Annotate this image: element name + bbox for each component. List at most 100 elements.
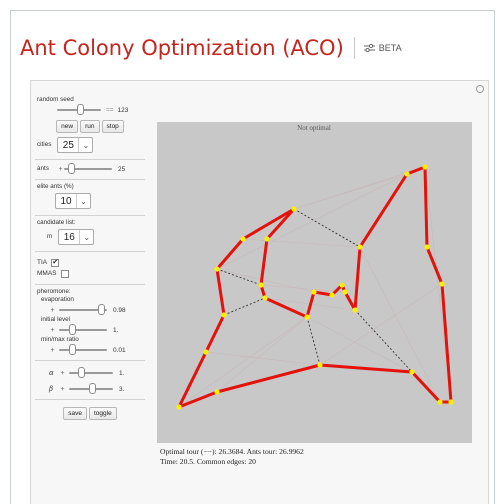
ants-plus-icon[interactable]: + <box>57 166 64 173</box>
beta-slider[interactable] <box>69 383 113 394</box>
elite-section: elite ants (%) 10 ⌄ <box>35 180 145 216</box>
save-button[interactable]: save <box>63 407 87 420</box>
plot-status-label: Not optimal <box>297 124 331 132</box>
seed-section: random seed ⩵ 123 new run stop cities 25… <box>35 93 145 160</box>
alpha-symbol: α <box>49 369 54 377</box>
alpha-plus-icon[interactable]: + <box>59 370 66 377</box>
beta-symbol: β <box>49 385 54 393</box>
random-seed-label: random seed <box>37 96 74 103</box>
tour-info: Optimal tour (−−): 26.3684. Ants tour: 2… <box>160 447 304 467</box>
city-node <box>262 295 268 301</box>
evaporation-slider[interactable] <box>59 304 107 315</box>
candidate-list-select[interactable]: 16 ⌄ <box>58 229 95 245</box>
m-label: m <box>47 233 53 240</box>
city-node <box>240 236 246 242</box>
toggle-button[interactable]: toggle <box>89 407 117 420</box>
city-node <box>352 307 358 313</box>
city-node <box>317 362 323 368</box>
min-max-ratio-label: min/max ratio <box>41 336 79 343</box>
tia-checkbox[interactable]: ✔ <box>51 258 60 267</box>
initial-level-slider[interactable] <box>59 324 107 335</box>
tour-plot: Not optimal <box>157 122 472 443</box>
title-row: Ant Colony Optimization (ACO) BETA <box>20 30 402 66</box>
evaporation-knob[interactable] <box>97 304 105 315</box>
city-node <box>311 289 317 295</box>
page-title: Ant Colony Optimization (ACO) <box>20 36 344 60</box>
city-node <box>409 369 415 375</box>
ants-section: ants + 25 <box>35 160 145 180</box>
elite-ants-select[interactable]: 10 ⌄ <box>55 193 91 209</box>
random-seed-value: 123 <box>117 106 129 114</box>
mmas-label: MMAS <box>37 270 57 277</box>
title-divider <box>353 37 355 59</box>
ants-value: 25 <box>118 165 126 173</box>
candidate-list-label: candidate list: <box>37 219 76 226</box>
control-panel: random seed ⩵ 123 new run stop cities 25… <box>35 93 145 420</box>
city-node <box>176 404 182 410</box>
alpha-beta-section: α + 1. β + 3. <box>35 361 145 400</box>
chevron-down-icon: ⌄ <box>78 138 92 152</box>
alpha-slider[interactable] <box>69 367 113 378</box>
beta-value: 3. <box>119 385 125 393</box>
tia-label: TIA <box>37 259 48 266</box>
random-seed-knob[interactable] <box>77 104 85 115</box>
checkmark-icon: ✔ <box>52 259 59 266</box>
tour-canvas: Not optimal <box>176 124 454 410</box>
city-node <box>439 281 445 287</box>
initial-level-label: initial level <box>41 316 71 323</box>
city-nodes <box>176 164 454 410</box>
bottom-buttons: save toggle <box>35 400 145 420</box>
ants-knob[interactable] <box>68 163 76 174</box>
ants-label: ants <box>37 165 49 172</box>
initial-level-plus-icon[interactable]: + <box>49 327 56 334</box>
ants-slider[interactable] <box>64 163 112 174</box>
cities-value: 25 <box>62 139 74 151</box>
mmas-checkbox[interactable] <box>60 269 69 278</box>
beta-badge[interactable]: BETA <box>363 43 402 53</box>
beta-label: BETA <box>378 43 402 53</box>
initial-level-value: 1. <box>113 326 119 334</box>
initial-level-knob[interactable] <box>69 324 77 335</box>
elite-ants-value: 10 <box>60 195 72 207</box>
city-node <box>339 282 345 288</box>
min-max-ratio-value: 0.01 <box>113 346 126 354</box>
new-button[interactable]: new <box>56 120 79 133</box>
cities-label: cities <box>37 141 52 148</box>
city-node <box>342 289 348 295</box>
city-node <box>357 244 363 250</box>
pheromone-label: pheromone: <box>37 288 71 295</box>
city-node <box>404 171 410 177</box>
cities-select[interactable]: 25 ⌄ <box>57 137 94 153</box>
tour-length-text: Optimal tour (−−): 26.3684. Ants tour: 2… <box>160 447 304 456</box>
alpha-knob[interactable] <box>78 367 86 378</box>
run-button[interactable]: run <box>80 120 100 133</box>
city-node <box>437 399 443 405</box>
evaporation-plus-icon[interactable]: + <box>49 307 56 314</box>
city-node <box>214 266 220 272</box>
chevron-down-icon: ⌄ <box>79 230 93 244</box>
city-node <box>203 349 209 355</box>
min-max-ratio-knob[interactable] <box>69 344 77 355</box>
evaporation-label: evaporation <box>41 296 74 303</box>
candidate-list-value: 16 <box>63 231 75 243</box>
city-node <box>304 314 310 320</box>
stop-button[interactable]: stop <box>101 120 124 133</box>
beta-plus-icon[interactable]: + <box>59 386 66 393</box>
city-node <box>329 292 335 298</box>
random-seed-slider[interactable] <box>57 104 101 115</box>
chevron-down-icon: ⌄ <box>76 194 90 208</box>
evaporation-value: 0.98 <box>113 306 126 314</box>
seed-toggle-icon[interactable]: ⩵ <box>106 106 113 114</box>
elite-ants-label: elite ants (%) <box>37 183 74 190</box>
city-node <box>424 244 430 250</box>
min-max-ratio-plus-icon[interactable]: + <box>49 347 56 354</box>
min-max-ratio-slider[interactable] <box>59 344 107 355</box>
pheromone-section: pheromone: evaporation + 0.98 initial le… <box>35 285 145 361</box>
city-node <box>422 164 428 170</box>
time-text: Time: 20.5. Common edges: 20 <box>160 457 256 466</box>
beta-knob[interactable] <box>89 383 97 394</box>
city-node <box>291 206 297 212</box>
sliders-icon <box>363 44 375 52</box>
city-node <box>214 389 220 395</box>
options-icon[interactable] <box>476 85 484 93</box>
